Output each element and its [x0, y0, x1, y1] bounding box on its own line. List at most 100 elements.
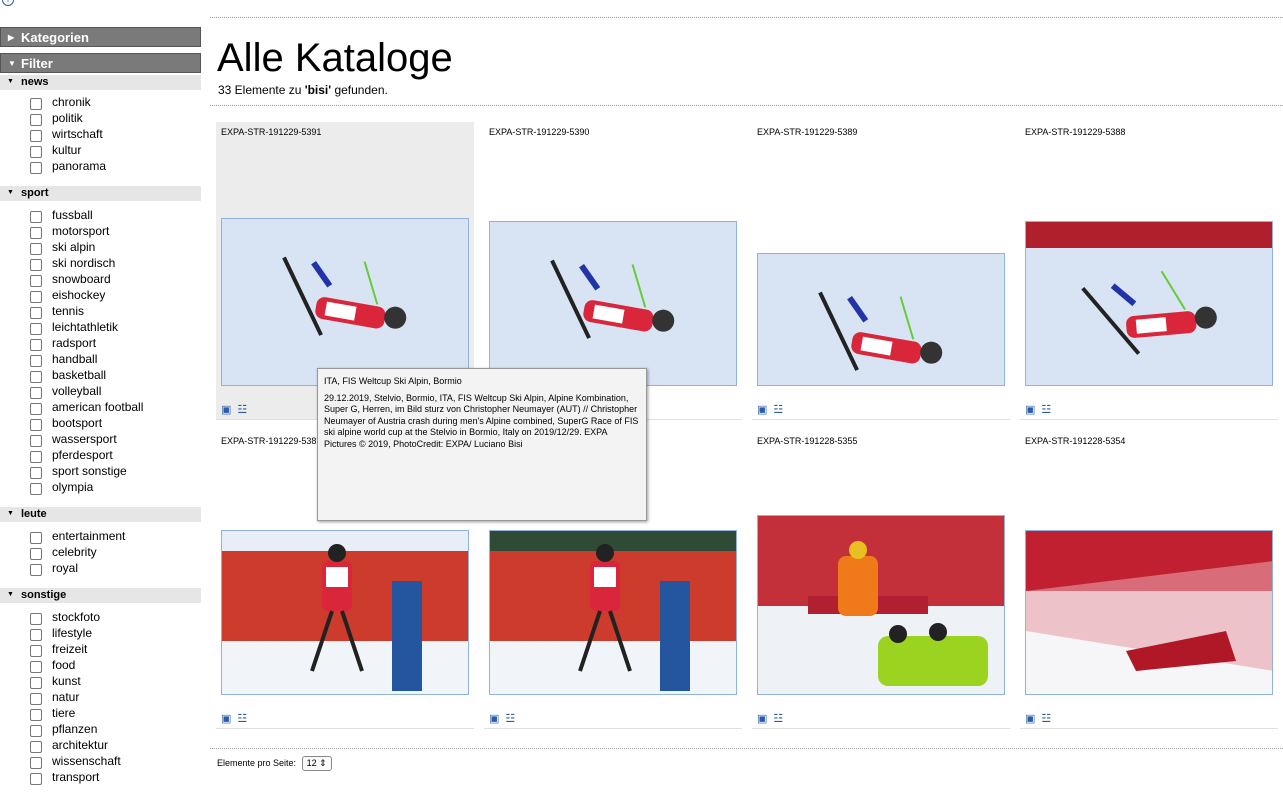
checkbox[interactable]: [30, 146, 42, 158]
section-header-sonstige[interactable]: ▼ sonstige: [0, 588, 201, 603]
image-thumbnail[interactable]: [1025, 530, 1273, 695]
checkbox[interactable]: [30, 243, 42, 255]
basket-icon[interactable]: ☳: [237, 713, 247, 725]
zoom-icon[interactable]: ▣: [757, 713, 767, 725]
checkbox[interactable]: [30, 677, 42, 689]
checkbox[interactable]: [30, 211, 42, 223]
filter-item-american-football[interactable]: american football: [0, 399, 201, 415]
checkbox[interactable]: [30, 307, 42, 319]
zoom-icon[interactable]: ▣: [489, 713, 499, 725]
checkbox[interactable]: [30, 114, 42, 126]
checkbox[interactable]: [30, 162, 42, 174]
filter-panel-header[interactable]: ▼ Filter: [0, 53, 201, 73]
filter-item-politik[interactable]: politik: [0, 110, 201, 126]
filter-item-tiere[interactable]: tiere: [0, 705, 201, 721]
checkbox[interactable]: [30, 564, 42, 576]
section-header-sport[interactable]: ▼ sport: [0, 186, 201, 201]
image-thumbnail[interactable]: [221, 218, 469, 386]
checkbox[interactable]: [30, 291, 42, 303]
checkbox[interactable]: [30, 451, 42, 463]
image-thumbnail[interactable]: [489, 221, 737, 386]
filter-item-natur[interactable]: natur: [0, 689, 201, 705]
filter-item-ski-nordisch[interactable]: ski nordisch: [0, 255, 201, 271]
checkbox[interactable]: [30, 693, 42, 705]
checkbox[interactable]: [30, 757, 42, 769]
info-icon[interactable]: i: [2, 0, 14, 6]
image-card[interactable]: EXPA-STR-191228-5355 ▣ ☳: [752, 431, 1010, 729]
basket-icon[interactable]: ☳: [237, 404, 247, 416]
filter-item-food[interactable]: food: [0, 657, 201, 673]
basket-icon[interactable]: ☳: [1041, 404, 1051, 416]
filter-item-snowboard[interactable]: snowboard: [0, 271, 201, 287]
zoom-icon[interactable]: ▣: [757, 404, 767, 416]
section-header-news[interactable]: ▼ news: [0, 75, 201, 90]
checkbox[interactable]: [30, 661, 42, 673]
filter-item-stockfoto[interactable]: stockfoto: [0, 609, 201, 625]
checkbox[interactable]: [30, 323, 42, 335]
filter-item-volleyball[interactable]: volleyball: [0, 383, 201, 399]
checkbox[interactable]: [30, 419, 42, 431]
basket-icon[interactable]: ☳: [1041, 713, 1051, 725]
basket-icon[interactable]: ☳: [505, 713, 515, 725]
checkbox[interactable]: [30, 371, 42, 383]
filter-item-pflanzen[interactable]: pflanzen: [0, 721, 201, 737]
filter-item-royal[interactable]: royal: [0, 560, 201, 576]
zoom-icon[interactable]: ▣: [1025, 404, 1035, 416]
filter-item-wirtschaft[interactable]: wirtschaft: [0, 126, 201, 142]
checkbox[interactable]: [30, 629, 42, 641]
basket-icon[interactable]: ☳: [773, 713, 783, 725]
zoom-icon[interactable]: ▣: [221, 404, 231, 416]
section-header-leute[interactable]: ▼ leute: [0, 507, 201, 522]
filter-item-eishockey[interactable]: eishockey: [0, 287, 201, 303]
filter-item-radsport[interactable]: radsport: [0, 335, 201, 351]
checkbox[interactable]: [30, 130, 42, 142]
image-thumbnail[interactable]: [489, 530, 737, 695]
filter-item-transport[interactable]: transport: [0, 769, 201, 785]
filter-item-wissenschaft[interactable]: wissenschaft: [0, 753, 201, 769]
checkbox[interactable]: [30, 387, 42, 399]
per-page-select[interactable]: 12 ⇕: [301, 756, 332, 771]
image-thumbnail[interactable]: [757, 253, 1005, 386]
zoom-icon[interactable]: ▣: [1025, 713, 1035, 725]
image-card[interactable]: EXPA-STR-191229-5388 ▣ ☳: [1020, 122, 1278, 420]
checkbox[interactable]: [30, 227, 42, 239]
checkbox[interactable]: [30, 548, 42, 560]
checkbox[interactable]: [30, 613, 42, 625]
image-card[interactable]: EXPA-STR-191228-5354 ▣ ☳: [1020, 431, 1278, 729]
filter-item-freizeit[interactable]: freizeit: [0, 641, 201, 657]
checkbox[interactable]: [30, 339, 42, 351]
checkbox[interactable]: [30, 725, 42, 737]
filter-item-handball[interactable]: handball: [0, 351, 201, 367]
checkbox[interactable]: [30, 645, 42, 657]
checkbox[interactable]: [30, 435, 42, 447]
filter-item-tennis[interactable]: tennis: [0, 303, 201, 319]
filter-item-basketball[interactable]: basketball: [0, 367, 201, 383]
filter-item-kunst[interactable]: kunst: [0, 673, 201, 689]
filter-item-fussball[interactable]: fussball: [0, 207, 201, 223]
filter-item-celebrity[interactable]: celebrity: [0, 544, 201, 560]
filter-item-entertainment[interactable]: entertainment: [0, 528, 201, 544]
filter-item-kultur[interactable]: kultur: [0, 142, 201, 158]
filter-item-ski-alpin[interactable]: ski alpin: [0, 239, 201, 255]
filter-item-leichtathletik[interactable]: leichtathletik: [0, 319, 201, 335]
filter-item-bootsport[interactable]: bootsport: [0, 415, 201, 431]
checkbox[interactable]: [30, 532, 42, 544]
checkbox[interactable]: [30, 355, 42, 367]
checkbox[interactable]: [30, 483, 42, 495]
image-thumbnail[interactable]: [221, 530, 469, 695]
checkbox[interactable]: [30, 275, 42, 287]
filter-item-architektur[interactable]: architektur: [0, 737, 201, 753]
checkbox[interactable]: [30, 259, 42, 271]
image-card[interactable]: EXPA-STR-191229-5389 ▣ ☳: [752, 122, 1010, 420]
filter-item-lifestyle[interactable]: lifestyle: [0, 625, 201, 641]
image-thumbnail[interactable]: [757, 515, 1005, 695]
image-thumbnail[interactable]: [1025, 221, 1273, 386]
checkbox[interactable]: [30, 403, 42, 415]
categories-panel-header[interactable]: ▶ Kategorien: [0, 27, 201, 47]
filter-item-pferdesport[interactable]: pferdesport: [0, 447, 201, 463]
filter-item-wassersport[interactable]: wassersport: [0, 431, 201, 447]
zoom-icon[interactable]: ▣: [221, 713, 231, 725]
checkbox[interactable]: [30, 467, 42, 479]
checkbox[interactable]: [30, 709, 42, 721]
filter-item-olympia[interactable]: olympia: [0, 479, 201, 495]
